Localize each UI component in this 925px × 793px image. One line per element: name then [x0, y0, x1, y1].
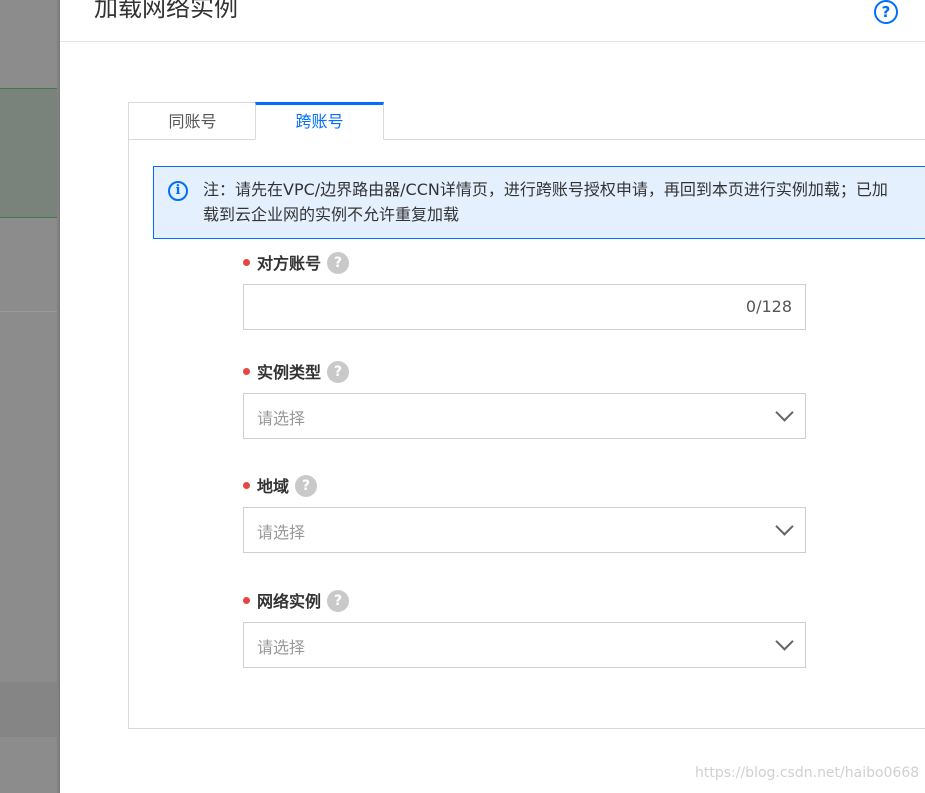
required-dot [243, 597, 250, 604]
help-icon[interactable]: ? [874, 0, 898, 24]
question-icon[interactable]: ? [295, 474, 318, 497]
page-backdrop [0, 0, 60, 793]
chevron-down-icon [775, 517, 794, 536]
chevron-down-icon [775, 403, 794, 422]
select-placeholder: 请选择 [257, 523, 306, 542]
field-label-text: 对方账号 [257, 254, 322, 273]
field-label-network-instance: 网络实例? [243, 588, 350, 614]
instance-type-select[interactable]: 请选择 [243, 393, 806, 439]
field-label-region: 地域? [243, 473, 318, 499]
field-label-text: 网络实例 [257, 592, 322, 611]
question-icon[interactable]: ? [327, 251, 350, 274]
char-counter: 0/128 [745, 297, 792, 316]
required-dot [243, 368, 250, 375]
select-placeholder: 请选择 [257, 409, 306, 428]
network-instance-select[interactable]: 请选择 [243, 622, 806, 668]
field-label-text: 地域 [257, 477, 290, 496]
tab-cross-account[interactable]: 跨账号 [255, 102, 384, 140]
region-select[interactable]: 请选择 [243, 507, 806, 553]
chevron-down-icon [775, 632, 794, 651]
question-icon[interactable]: ? [327, 589, 350, 612]
question-icon[interactable]: ? [327, 360, 350, 383]
field-label-peer-account: 对方账号? [243, 250, 350, 276]
backdrop-divider [0, 311, 57, 312]
required-dot [243, 482, 250, 489]
watermark: https://blog.csdn.net/haibo0668 [695, 765, 920, 781]
field-label-instance-type: 实例类型? [243, 359, 350, 385]
dialog-title: 加载网络实例 [94, 0, 238, 22]
load-instance-drawer: 加载网络实例 ? 同账号 跨账号 i 注：请先在VPC/边界路由器/CCN详情页… [60, 0, 925, 793]
peer-account-input[interactable]: 0/128 [243, 284, 806, 330]
backdrop-panel [0, 88, 57, 218]
backdrop-block [0, 682, 57, 737]
field-label-text: 实例类型 [257, 363, 322, 382]
select-placeholder: 请选择 [257, 638, 306, 657]
required-dot [243, 259, 250, 266]
notice-banner: i 注：请先在VPC/边界路由器/CCN详情页，进行跨账号授权申请，再回到本页进… [153, 166, 925, 239]
info-icon: i [168, 181, 188, 201]
header-divider [60, 41, 925, 42]
notice-text: 注：请先在VPC/边界路由器/CCN详情页，进行跨账号授权申请，再回到本页进行实… [203, 180, 888, 224]
tab-same-account[interactable]: 同账号 [128, 102, 256, 140]
